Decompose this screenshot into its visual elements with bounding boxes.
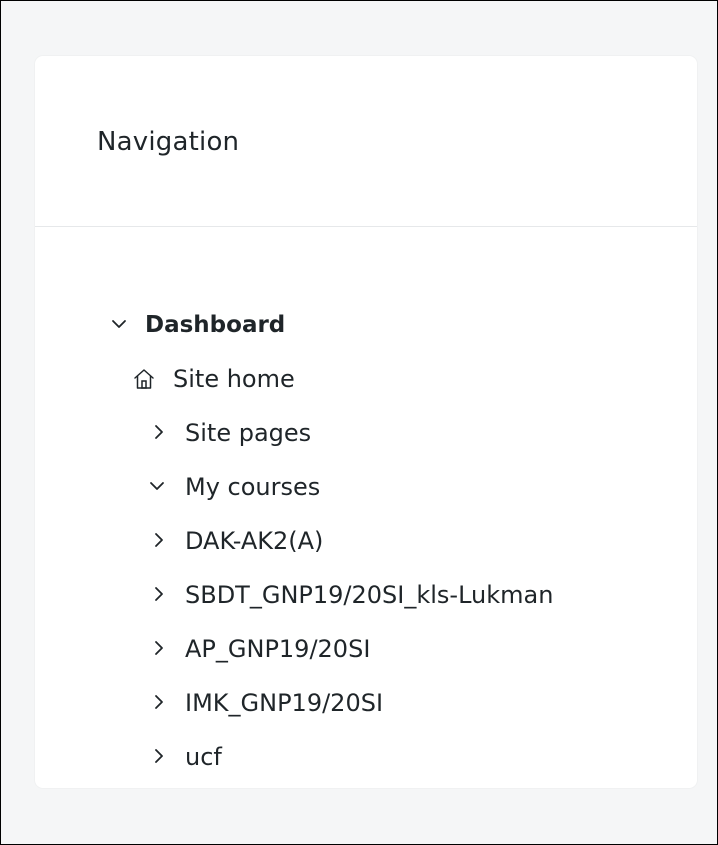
nav-item-site-home[interactable]: Site home: [35, 352, 697, 406]
chevron-right-icon[interactable]: [151, 730, 171, 784]
nav-item-label[interactable]: IMK_GNP19/20SI: [185, 676, 383, 730]
chevron-right-icon[interactable]: [151, 406, 171, 460]
nav-item-course[interactable]: IMK_GNP19/20SI: [35, 676, 697, 730]
screenshot-frame: Navigation Dashboard Site home Site page…: [0, 0, 718, 845]
navigation-title: Navigation: [97, 127, 240, 157]
nav-item-course[interactable]: ucf: [35, 730, 697, 784]
nav-item-course[interactable]: DAK-AK2(A): [35, 514, 697, 568]
chevron-right-icon[interactable]: [151, 514, 171, 568]
navigation-block-header: Navigation: [35, 56, 697, 227]
nav-item-label[interactable]: ucf: [185, 730, 222, 784]
chevron-down-icon[interactable]: [149, 460, 169, 514]
chevron-right-icon[interactable]: [151, 676, 171, 730]
navigation-tree: Dashboard Site home Site pages My course…: [35, 298, 697, 784]
chevron-right-icon[interactable]: [151, 622, 171, 676]
nav-item-my-courses[interactable]: My courses: [35, 460, 697, 514]
chevron-down-icon[interactable]: [111, 298, 131, 352]
nav-item-label[interactable]: Site home: [173, 352, 295, 406]
nav-item-course[interactable]: SBDT_GNP19/20SI_kls-Lukman: [35, 568, 697, 622]
nav-item-label[interactable]: DAK-AK2(A): [185, 514, 323, 568]
nav-item-label[interactable]: AP_GNP19/20SI: [185, 622, 370, 676]
nav-item-site-pages[interactable]: Site pages: [35, 406, 697, 460]
navigation-block: Navigation Dashboard Site home Site page…: [35, 56, 697, 788]
nav-item-label[interactable]: Dashboard: [145, 298, 285, 352]
nav-item-dashboard[interactable]: Dashboard: [35, 298, 697, 352]
home-icon: [134, 369, 154, 389]
nav-item-label[interactable]: My courses: [185, 460, 320, 514]
nav-item-course[interactable]: AP_GNP19/20SI: [35, 622, 697, 676]
nav-item-label[interactable]: SBDT_GNP19/20SI_kls-Lukman: [185, 568, 553, 622]
nav-item-label[interactable]: Site pages: [185, 406, 311, 460]
chevron-right-icon[interactable]: [151, 568, 171, 622]
